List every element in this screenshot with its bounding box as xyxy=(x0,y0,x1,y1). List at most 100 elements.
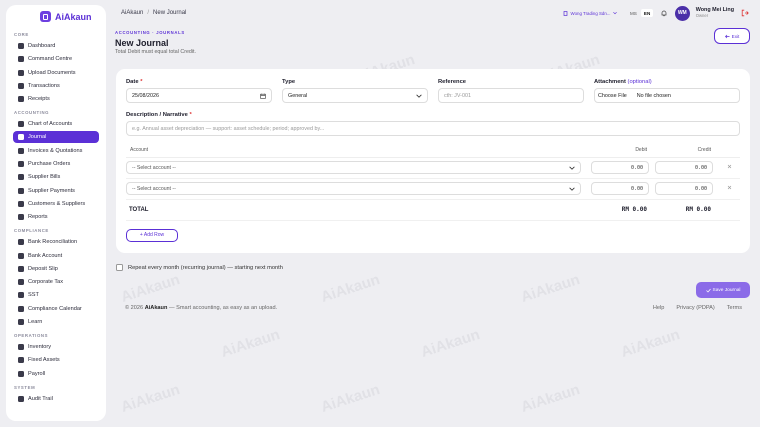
sidebar-nav: CORE Dashboard Command Centre Upload Docume… xyxy=(13,32,99,405)
company-switcher[interactable]: Wong Trading Sdn... xyxy=(563,11,618,16)
save-journal-button[interactable]: Save Journal xyxy=(696,282,750,298)
sidebar-item-fixed-assets[interactable]: Fixed Assets xyxy=(13,354,99,366)
sidebar-item-chart-of-accounts[interactable]: Chart of Accounts xyxy=(13,118,99,130)
add-row-button[interactable]: + Add Row xyxy=(126,228,178,242)
sidebar-item-deposit-slip[interactable]: Deposit Slip xyxy=(13,263,99,275)
attachment-label: Attachment (optional) xyxy=(594,79,652,85)
description-input[interactable]: e.g. Annual asset depreciation — support… xyxy=(126,121,740,136)
date-input[interactable]: 25/08/2026 xyxy=(126,88,272,103)
footer-terms-link[interactable]: Terms xyxy=(727,305,742,311)
sidebar-item-inventory[interactable]: Inventory xyxy=(13,341,99,353)
remove-row-icon[interactable] xyxy=(727,164,732,169)
recurring-option[interactable]: Repeat every month (recurring journal) —… xyxy=(116,264,283,271)
invoice-icon xyxy=(18,147,24,154)
debit-input[interactable]: 0.00 xyxy=(591,182,649,195)
transactions-icon xyxy=(18,82,24,89)
sidebar-item-transactions[interactable]: Transactions xyxy=(13,80,99,92)
cart-icon xyxy=(18,161,24,168)
sidebar-item-label: Inventory xyxy=(28,344,52,351)
sidebar-item-label: Corporate Tax xyxy=(28,279,64,286)
logout-icon[interactable] xyxy=(740,8,750,18)
sidebar-item-command-centre[interactable]: Command Centre xyxy=(13,53,99,65)
payment-icon xyxy=(18,187,24,194)
brand[interactable]: AiAkaun xyxy=(40,11,99,22)
box-icon xyxy=(18,344,24,351)
lang-ms-button[interactable]: MS xyxy=(627,9,639,17)
credit-input[interactable]: 0.00 xyxy=(655,161,713,174)
account-select[interactable]: -- Select account -- xyxy=(126,182,581,195)
lang-en-button[interactable]: EN xyxy=(641,9,653,17)
attachment-file-input[interactable]: Choose File No file chosen xyxy=(594,88,740,103)
reference-group: Reference cth: JV-001 xyxy=(438,79,584,103)
sidebar-item-label: Bank Account xyxy=(28,252,63,259)
sidebar-item-invoices-quotations[interactable]: Invoices & Quotations xyxy=(13,145,99,157)
footer-privacy-link[interactable]: Privacy (PDPA) xyxy=(676,305,714,311)
date-group: Date * 25/08/2026 xyxy=(126,79,272,103)
sidebar-item-supplier-bills[interactable]: Supplier Bills xyxy=(13,171,99,183)
table-row: -- Select account -- 0.00 0.00 xyxy=(126,178,740,200)
sidebar-item-purchase-orders[interactable]: Purchase Orders xyxy=(13,158,99,170)
footer-links: Help Privacy (PDPA) Terms xyxy=(653,305,742,311)
upload-icon xyxy=(18,69,24,76)
company-name: Wong Trading Sdn... xyxy=(570,10,611,16)
sidebar-item-label: Transactions xyxy=(28,82,60,89)
table-header-row: Account Debit Credit xyxy=(126,143,740,158)
choose-file-button[interactable]: Choose File xyxy=(598,93,627,99)
sidebar-section-title: SYSTEM xyxy=(14,384,36,390)
sidebar-item-bank-reconciliation[interactable]: Bank Reconciliation xyxy=(13,236,99,248)
col-account-header: Account xyxy=(126,143,591,158)
account-select[interactable]: -- Select account -- xyxy=(126,161,581,174)
sidebar-item-upload-documents[interactable]: Upload Documents xyxy=(13,67,99,79)
remove-row-icon[interactable] xyxy=(727,185,732,190)
sidebar-item-corporate-tax[interactable]: Corporate Tax xyxy=(13,276,99,288)
sidebar-item-payroll[interactable]: Payroll xyxy=(13,368,99,380)
recurring-checkbox[interactable] xyxy=(116,264,123,271)
watermark: AiAkaun xyxy=(118,381,182,416)
sidebar-item-reports[interactable]: Reports xyxy=(13,211,99,223)
col-remove-header xyxy=(719,143,740,158)
watermark: AiAkaun xyxy=(418,326,482,361)
bank-icon xyxy=(18,252,24,259)
type-select[interactable]: General xyxy=(282,88,428,103)
save-icon xyxy=(705,288,711,293)
page-header: ACCOUNTING · JOURNALS New Journal Total … xyxy=(115,30,196,55)
sidebar-item-receipts[interactable]: Receipts xyxy=(13,93,99,105)
sidebar-item-label: Fixed Assets xyxy=(28,357,60,364)
watermark: AiAkaun xyxy=(318,271,382,306)
building-icon xyxy=(563,10,567,16)
sidebar-item-learn[interactable]: Learn xyxy=(13,316,99,328)
user-info[interactable]: Wong Mei Ling Owner xyxy=(696,7,734,19)
breadcrumb-root[interactable]: AiAkaun xyxy=(121,10,143,16)
chevron-down-icon xyxy=(613,11,618,15)
total-label: TOTAL xyxy=(126,199,591,221)
notifications-bell-icon[interactable] xyxy=(659,8,669,18)
footer-help-link[interactable]: Help xyxy=(653,305,665,311)
page-eyebrow: ACCOUNTING · JOURNALS xyxy=(115,30,185,35)
sidebar-item-bank-account[interactable]: Bank Account xyxy=(13,250,99,262)
people-icon xyxy=(18,200,24,207)
exit-button[interactable]: Exit xyxy=(714,28,750,44)
sidebar-item-compliance-calendar[interactable]: Compliance Calendar xyxy=(13,303,99,315)
breadcrumb-current: New Journal xyxy=(153,10,187,16)
sidebar-item-label: SST xyxy=(28,292,39,299)
sidebar-item-label: Audit Trail xyxy=(28,395,53,402)
description-label: Description / Narrative * xyxy=(126,112,192,118)
calendar-icon[interactable] xyxy=(260,93,266,99)
page-title: New Journal xyxy=(115,38,169,48)
sidebar-item-customers-suppliers[interactable]: Customers & Suppliers xyxy=(13,198,99,210)
footer-copyright: © 2026 AiAkaun — Smart accounting, as ea… xyxy=(125,305,278,311)
reference-input[interactable]: cth: JV-001 xyxy=(438,88,584,103)
total-debit: RM 0.00 xyxy=(591,199,655,221)
sidebar-item-journal[interactable]: Journal xyxy=(13,131,99,144)
credit-input[interactable]: 0.00 xyxy=(655,182,713,195)
sidebar-item-audit-trail[interactable]: Audit Trail xyxy=(13,393,99,405)
sidebar-item-label: Purchase Orders xyxy=(28,161,71,168)
sidebar-item-sst[interactable]: SST xyxy=(13,289,99,301)
sidebar-item-label: Payroll xyxy=(28,370,46,377)
avatar[interactable]: WM xyxy=(674,5,690,21)
sidebar-item-dashboard[interactable]: Dashboard xyxy=(13,40,99,52)
sidebar-item-supplier-payments[interactable]: Supplier Payments xyxy=(13,185,99,197)
sidebar-item-label: Deposit Slip xyxy=(28,265,58,272)
sidebar-item-label: Dashboard xyxy=(28,43,56,49)
debit-input[interactable]: 0.00 xyxy=(591,161,649,174)
